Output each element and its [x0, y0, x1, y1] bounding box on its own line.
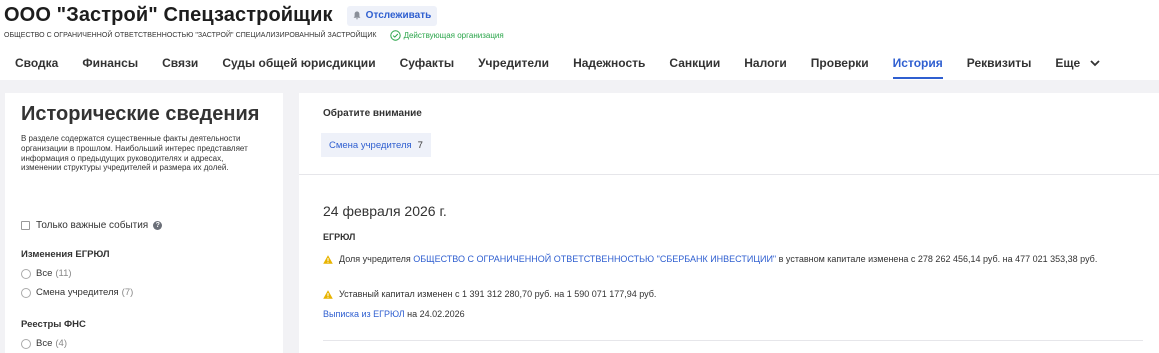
tab-connections[interactable]: Связи: [162, 46, 198, 80]
radio-label: Все: [36, 338, 53, 349]
egrul-filter-title: Изменения ЕГРЮЛ: [21, 249, 110, 260]
sidebar-description: В разделе содержатся существенные факты …: [21, 134, 248, 173]
history-content: Обратите внимание Смена учредителя 7 24 …: [299, 93, 1159, 353]
tab-courts[interactable]: Суды общей юрисдикции: [222, 46, 375, 80]
status-badge: Действующая организация: [389, 30, 504, 41]
radio-count: (11): [55, 268, 72, 279]
tab-summary[interactable]: Сводка: [15, 46, 58, 80]
event-suffix: в уставном капитале изменена с 278 262 4…: [776, 254, 1098, 264]
tab-sanctions[interactable]: Санкции: [669, 46, 720, 80]
check-circle-icon: [389, 30, 401, 41]
divider: [299, 174, 1159, 175]
help-icon[interactable]: ?: [153, 221, 163, 230]
important-only-filter[interactable]: Только важные события ?: [21, 220, 163, 231]
egrul-extract-link[interactable]: Выписка из ЕГРЮЛ: [323, 309, 405, 319]
follow-button-label: Отслеживать: [365, 10, 432, 21]
tab-bar: Сводка Финансы Связи Суды общей юрисдикц…: [0, 46, 1110, 80]
chip-count: 7: [417, 139, 423, 151]
important-only-label: Только важные события: [36, 220, 149, 231]
event-source: ЕГРЮЛ: [323, 232, 356, 242]
warning-icon: [323, 255, 333, 264]
tab-taxes[interactable]: Налоги: [744, 46, 787, 80]
filter-egrul-all[interactable]: Все (11): [21, 268, 72, 279]
subtitle-row: ОБЩЕСТВО С ОГРАНИЧЕННОЙ ОТВЕТСТВЕННОСТЬЮ…: [4, 30, 504, 41]
event-item: Уставный капитал изменен с 1 391 312 280…: [323, 289, 1139, 300]
history-sidebar: Исторические сведения В разделе содержат…: [5, 93, 283, 353]
divider: [323, 340, 1143, 341]
tab-history[interactable]: История: [892, 46, 943, 80]
tab-finance[interactable]: Финансы: [82, 46, 138, 80]
founder-link[interactable]: ОБЩЕСТВО С ОГРАНИЧЕННОЙ ОТВЕТСТВЕННОСТЬЮ…: [413, 254, 776, 264]
status-text: Действующая организация: [403, 31, 504, 40]
chevron-down-icon: [1089, 60, 1100, 67]
radio-count: (7): [121, 287, 134, 298]
company-full-name: ОБЩЕСТВО С ОГРАНИЧЕННОЙ ОТВЕТСТВЕННОСТЬЮ…: [4, 32, 377, 39]
tab-requisites[interactable]: Реквизиты: [967, 46, 1032, 80]
event-text: Уставный капитал изменен с 1 391 312 280…: [339, 289, 657, 299]
event-prefix: Доля учредителя: [339, 254, 414, 264]
warning-icon: [323, 290, 333, 299]
event-text: Доля учредителя ОБЩЕСТВО С ОГРАНИЧЕННОЙ …: [339, 254, 1139, 265]
tab-sufacts[interactable]: Суфакты: [400, 46, 455, 80]
radio-button[interactable]: [21, 338, 31, 349]
tab-more-label: Еще: [1055, 56, 1081, 70]
tab-more[interactable]: Еще: [1055, 46, 1100, 80]
company-title: ООО "Застрой" Спецзастройщик: [4, 4, 333, 26]
sidebar-title: Исторические сведения: [21, 103, 260, 125]
company-header: ООО "Застрой" Спецзастройщик Отслеживать…: [0, 0, 1159, 80]
tab-inspections[interactable]: Проверки: [811, 46, 869, 80]
title-row: ООО "Застрой" Спецзастройщик Отслеживать: [4, 4, 438, 27]
radio-button[interactable]: [21, 287, 31, 298]
fns-filter-title: Реестры ФНС: [21, 319, 86, 330]
radio-button[interactable]: [21, 268, 31, 279]
important-only-checkbox[interactable]: [21, 221, 30, 230]
event-date: 24 февраля 2026 г.: [323, 203, 447, 219]
founder-change-chip[interactable]: Смена учредителя 7: [321, 133, 431, 157]
chip-label: Смена учредителя: [329, 139, 412, 151]
follow-button[interactable]: Отслеживать: [346, 5, 438, 26]
radio-label: Все: [36, 268, 53, 279]
radio-count: (4): [55, 338, 67, 349]
bell-icon: [353, 11, 361, 20]
event-item: Доля учредителя ОБЩЕСТВО С ОГРАНИЧЕННОЙ …: [323, 254, 1139, 265]
tab-reliability[interactable]: Надежность: [573, 46, 645, 80]
radio-label: Смена учредителя: [36, 287, 119, 298]
attention-title: Обратите внимание: [323, 108, 422, 119]
extract-date: на 24.02.2026: [404, 309, 465, 319]
filter-fns-all[interactable]: Все (4): [21, 338, 67, 349]
tab-founders[interactable]: Учредители: [478, 46, 549, 80]
extract-row: Выписка из ЕГРЮЛ на 24.02.2026: [323, 309, 465, 319]
filter-egrul-founder-change[interactable]: Смена учредителя (7): [21, 287, 133, 298]
